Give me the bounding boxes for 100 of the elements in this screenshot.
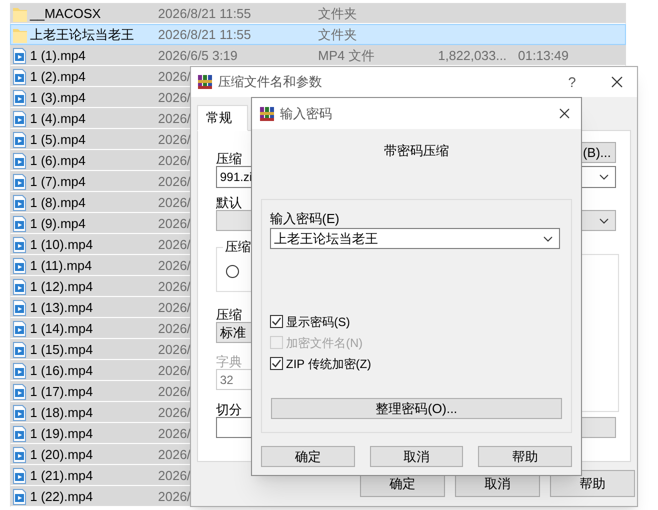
checkbox-label: 显示密码(S) — [286, 314, 350, 330]
video-file-icon — [13, 194, 26, 210]
video-file-icon — [13, 90, 26, 106]
file-row[interactable]: 1 (1).mp4 2026/6/5 3:19 MP4 文件 1,822,033... 01:13:49 — [10, 45, 626, 66]
file-name: 1 (1).mp4 — [30, 48, 86, 63]
file-name: 1 (6).mp4 — [30, 152, 86, 168]
field-label: 输入密码(E) — [270, 211, 340, 226]
file-date: 2026/ — [158, 362, 191, 378]
file-name: 1 (8).mp4 — [30, 194, 86, 210]
video-file-icon — [13, 468, 26, 484]
file-name: 1 (7).mp4 — [30, 174, 86, 189]
file-date: 2026/ — [158, 468, 191, 483]
video-file-icon — [13, 174, 26, 190]
file-type: 文件夹 — [318, 6, 357, 21]
field-label: 压缩 — [216, 150, 242, 168]
video-file-icon — [13, 300, 26, 316]
file-date: 2026/ — [158, 194, 191, 210]
file-date: 2026/ — [158, 342, 191, 357]
file-name: 1 (19).mp4 — [30, 426, 93, 441]
checkbox-label: 加密文件名(N) — [286, 334, 363, 352]
file-date: 2026/ — [158, 278, 191, 294]
checkbox-label: ZIP 传统加密(Z) — [286, 356, 372, 372]
field-label: 压缩 — [216, 307, 242, 322]
file-date: 2026/ — [158, 258, 191, 273]
close-icon — [611, 76, 623, 88]
window-title: 压缩文件名和参数 — [218, 73, 322, 92]
video-file-icon — [13, 216, 26, 232]
dialog-button[interactable]: 确定 — [261, 446, 355, 467]
checkbox[interactable] — [270, 315, 283, 328]
file-name: 1 (2).mp4 — [30, 68, 86, 84]
video-file-icon — [13, 110, 26, 126]
file-date: 2026/8/21 11:55 — [158, 6, 252, 21]
file-date: 2026/ — [158, 132, 191, 147]
file-date: 2026/6/5 3:19 — [158, 48, 238, 63]
video-file-icon — [13, 236, 26, 252]
video-file-icon — [13, 426, 26, 442]
window-title: 输入密码 — [280, 104, 332, 123]
dialog-button[interactable]: 帮助 — [478, 446, 572, 467]
file-name: 1 (15).mp4 — [30, 342, 93, 357]
field-label: 默认 — [216, 195, 242, 210]
file-date: 2026/ — [158, 236, 191, 252]
field-label: 字典 — [216, 354, 242, 369]
chevron-icon — [599, 218, 609, 224]
file-date: 2026/8/21 11:55 — [158, 26, 252, 42]
folder-icon — [13, 26, 27, 42]
file-name: 1 (11).mp4 — [30, 258, 92, 273]
file-name: 1 (12).mp4 — [30, 278, 93, 294]
file-date: 2026/ — [158, 90, 191, 105]
checkbox[interactable] — [270, 357, 283, 370]
file-duration: 01:13:49 — [518, 46, 569, 65]
file-name: 1 (21).mp4 — [30, 468, 93, 483]
file-date: 2026/ — [158, 152, 191, 168]
video-file-icon — [13, 278, 26, 294]
file-type: 文件夹 — [318, 26, 357, 42]
file-name: 1 (9).mp4 — [30, 216, 86, 231]
password-combobox[interactable]: 上老王论坛当老王 — [270, 228, 560, 249]
dialog-button[interactable]: 取消 — [370, 446, 464, 467]
file-date: 2026/ — [158, 68, 191, 84]
file-size: 1,822,033... — [438, 48, 507, 63]
file-date: 2026/ — [158, 404, 191, 420]
video-file-icon — [13, 68, 26, 84]
file-date: 2026/ — [158, 300, 191, 315]
dialog-button[interactable]: 帮助 — [550, 470, 635, 497]
video-file-icon — [13, 258, 26, 274]
help-button[interactable]: ? — [557, 72, 587, 92]
chevron-icon — [543, 236, 553, 242]
file-row[interactable]: 上老王论坛当老王 2026/8/21 11:55 文件夹 — [10, 24, 626, 45]
video-file-icon — [13, 362, 26, 378]
archive-icon — [198, 75, 212, 89]
file-name: 1 (14).mp4 — [30, 320, 93, 336]
file-name: 1 (5).mp4 — [30, 132, 86, 147]
file-name: 1 (10).mp4 — [30, 236, 93, 252]
file-date: 2026/ — [158, 446, 191, 462]
video-file-icon — [13, 488, 26, 504]
video-file-icon — [13, 446, 26, 462]
file-row[interactable]: __MACOSX 2026/8/21 11:55 文件夹 — [10, 3, 626, 24]
file-date: 2026/ — [158, 488, 191, 504]
organize-passwords-button[interactable]: 整理密码(O)... — [271, 398, 562, 419]
close-icon — [558, 108, 570, 119]
file-name: 1 (17).mp4 — [30, 384, 93, 399]
file-name: 1 (16).mp4 — [30, 362, 93, 378]
folder-icon — [13, 6, 27, 22]
file-type: MP4 文件 — [318, 48, 374, 63]
tab[interactable]: 常规 — [197, 105, 248, 131]
file-name: __MACOSX — [30, 6, 101, 21]
video-file-icon — [13, 48, 26, 64]
file-date: 2026/ — [158, 384, 191, 399]
video-file-icon — [13, 132, 26, 148]
file-name: 1 (13).mp4 — [30, 300, 93, 315]
video-file-icon — [13, 384, 26, 400]
file-name: 1 (3).mp4 — [30, 90, 86, 105]
file-date: 2026/ — [158, 426, 191, 441]
file-name: 1 (18).mp4 — [30, 404, 93, 420]
video-file-icon — [13, 342, 26, 358]
radio-button[interactable] — [226, 265, 239, 278]
field-label: 切分 — [216, 402, 242, 417]
video-file-icon — [13, 320, 26, 336]
file-date: 2026/ — [158, 216, 191, 231]
video-file-icon — [13, 152, 26, 168]
dialog-heading: 带密码压缩 — [383, 142, 450, 159]
